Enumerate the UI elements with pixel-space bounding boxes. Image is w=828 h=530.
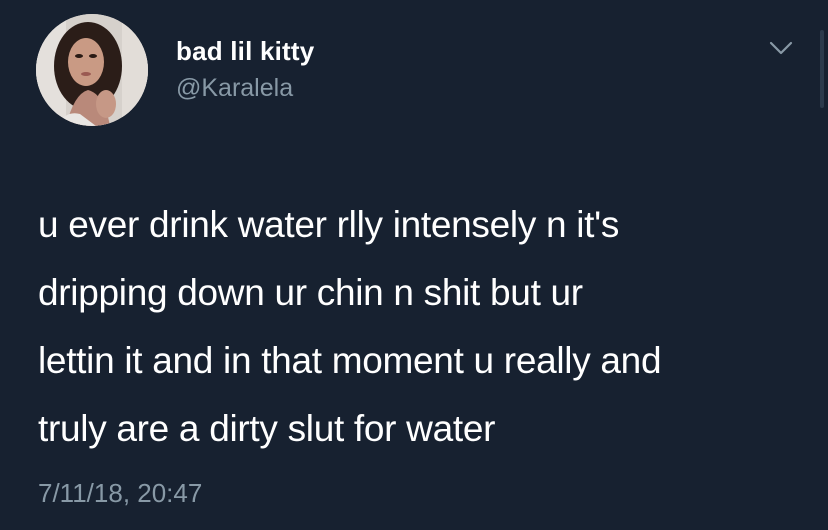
tweet-text-line: dripping down ur chin n shit but ur: [38, 272, 583, 313]
user-handle[interactable]: @Karalela: [176, 74, 293, 103]
chevron-down-icon[interactable]: [766, 36, 796, 60]
avatar[interactable]: [36, 14, 148, 126]
tweet-text-line: truly are a dirty slut for water: [38, 408, 496, 449]
tweet-text-line: lettin it and in that moment u really an…: [38, 340, 662, 381]
scrollbar[interactable]: [820, 30, 824, 108]
display-name[interactable]: bad lil kitty: [176, 36, 314, 67]
tweet-card: bad lil kitty @Karalela u ever drink wat…: [0, 0, 828, 530]
profile-photo: [36, 14, 148, 126]
tweet-text: u ever drink water rlly intensely n it's…: [38, 191, 808, 463]
tweet-timestamp[interactable]: 7/11/18, 20:47: [38, 478, 202, 509]
tweet-text-line: u ever drink water rlly intensely n it's: [38, 204, 620, 245]
